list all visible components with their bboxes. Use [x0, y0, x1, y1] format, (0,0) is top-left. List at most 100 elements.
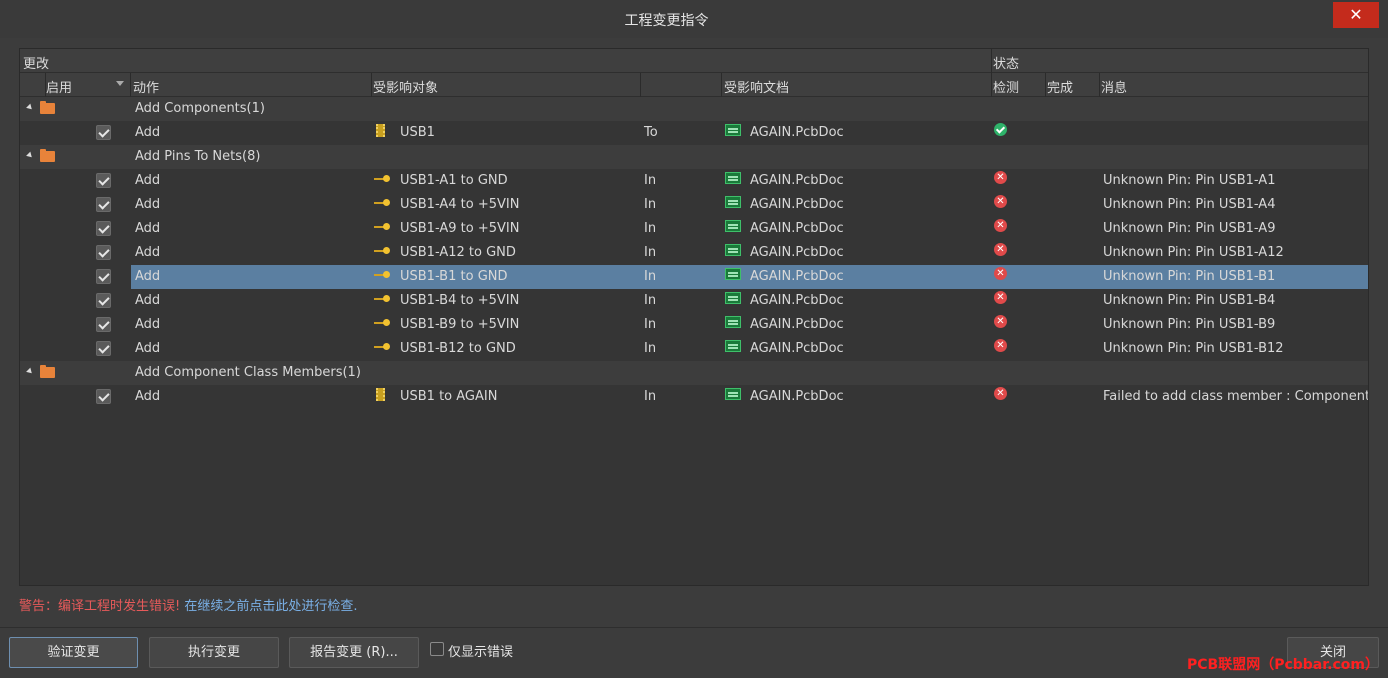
pin-icon — [374, 316, 390, 332]
group-row[interactable]: Add Components(1) — [20, 97, 1368, 121]
col-enable[interactable]: 启用 — [46, 77, 72, 96]
footer-divider — [0, 627, 1388, 628]
folder-icon — [40, 101, 55, 114]
only-show-errors-checkbox[interactable] — [430, 642, 444, 656]
col-message[interactable]: 消息 — [1101, 77, 1127, 96]
action-cell: Add — [135, 317, 161, 332]
report-changes-button[interactable]: 报告变更 (R)... — [289, 637, 419, 668]
execute-changes-button[interactable]: 执行变更 — [149, 637, 279, 668]
change-row[interactable]: Add USB1-B12 to GND In AGAIN.PcbDoc ✕ Unknown… — [20, 337, 1368, 361]
enable-checkbox[interactable] — [96, 389, 111, 404]
enable-checkbox[interactable] — [96, 173, 111, 188]
document-cell: AGAIN.PcbDoc — [750, 245, 844, 260]
title-bar: 工程变更指令 ✕ — [0, 0, 1388, 38]
check-errors-link[interactable]: 在继续之前点击此处进行检查. — [184, 599, 357, 614]
pin-icon — [374, 220, 390, 236]
change-row[interactable]: Add USB1-B9 to +5VIN In AGAIN.PcbDoc ✕ Unknow… — [20, 313, 1368, 337]
collapse-arrow-icon[interactable] — [26, 367, 34, 376]
message-cell: Failed to add class member : Component U — [1103, 389, 1369, 404]
message-cell: Unknown Pin: Pin USB1-A12 — [1103, 245, 1284, 260]
enable-checkbox[interactable] — [96, 125, 111, 140]
pcb-document-icon — [725, 124, 741, 136]
collapse-arrow-icon[interactable] — [26, 151, 34, 160]
object-cell: USB1-B9 to +5VIN — [400, 317, 520, 332]
enable-checkbox[interactable] — [96, 269, 111, 284]
action-cell: Add — [135, 245, 161, 260]
enable-checkbox[interactable] — [96, 317, 111, 332]
document-cell: AGAIN.PcbDoc — [750, 317, 844, 332]
divider — [130, 73, 131, 97]
col-check[interactable]: 检测 — [993, 77, 1019, 96]
action-cell: Add — [135, 269, 161, 284]
divider — [371, 73, 372, 97]
message-cell: Unknown Pin: Pin USB1-B4 — [1103, 293, 1276, 308]
object-cell: USB1 to AGAIN — [400, 389, 498, 404]
group-row[interactable]: Add Pins To Nets(8) — [20, 145, 1368, 169]
enable-checkbox[interactable] — [96, 341, 111, 356]
enable-checkbox[interactable] — [96, 293, 111, 308]
object-cell: USB1 — [400, 125, 435, 140]
pcb-document-icon — [725, 292, 741, 304]
warning-text: 警告：编译工程时发生错误! — [19, 599, 181, 614]
changes-grid: 更改 状态 启用 动作 受影响对象 受影响文档 检测 完成 消息 Add Com… — [19, 48, 1369, 586]
pin-icon — [374, 172, 390, 188]
error-icon: ✕ — [994, 219, 1007, 232]
change-row[interactable]: Add USB1-A12 to GND In AGAIN.PcbDoc ✕ Unknown… — [20, 241, 1368, 265]
change-row[interactable]: Add USB1-A9 to +5VIN In AGAIN.PcbDoc ✕ Unknow… — [20, 217, 1368, 241]
error-icon: ✕ — [994, 195, 1007, 208]
enable-checkbox[interactable] — [96, 221, 111, 236]
object-cell: USB1-A12 to GND — [400, 245, 516, 260]
message-cell: Unknown Pin: Pin USB1-B12 — [1103, 341, 1284, 356]
divider — [45, 73, 46, 97]
enable-checkbox[interactable] — [96, 245, 111, 260]
error-icon: ✕ — [994, 243, 1007, 256]
folder-icon — [40, 365, 55, 378]
change-row[interactable]: Add USB1-A4 to +5VIN In AGAIN.PcbDoc ✕ Unknow… — [20, 193, 1368, 217]
only-show-errors-label: 仅显示错误 — [448, 645, 514, 660]
error-icon: ✕ — [994, 171, 1007, 184]
object-cell: USB1-B12 to GND — [400, 341, 516, 356]
pin-icon — [374, 196, 390, 212]
divider — [640, 73, 641, 97]
direction-cell: In — [644, 317, 657, 332]
document-cell: AGAIN.PcbDoc — [750, 269, 844, 284]
col-action[interactable]: 动作 — [133, 77, 159, 96]
group-row[interactable]: Add Component Class Members(1) — [20, 361, 1368, 385]
direction-cell: In — [644, 245, 657, 260]
change-row[interactable]: Add USB1 To AGAIN.PcbDoc — [20, 121, 1368, 145]
object-cell: USB1-A1 to GND — [400, 173, 508, 188]
pin-icon — [374, 244, 390, 260]
col-affected-document[interactable]: 受影响文档 — [724, 77, 789, 96]
pcb-document-icon — [725, 244, 741, 256]
direction-cell: In — [644, 269, 657, 284]
validate-changes-button[interactable]: 验证变更 — [9, 637, 138, 668]
direction-cell: In — [644, 389, 657, 404]
col-done[interactable]: 完成 — [1047, 77, 1073, 96]
action-cell: Add — [135, 389, 161, 404]
action-cell: Add — [135, 197, 161, 212]
change-row[interactable]: Add USB1-B1 to GND In AGAIN.PcbDoc ✕ Unknown … — [20, 265, 1368, 289]
document-cell: AGAIN.PcbDoc — [750, 389, 844, 404]
group-title: Add Components(1) — [135, 101, 265, 116]
document-cell: AGAIN.PcbDoc — [750, 341, 844, 356]
pcb-document-icon — [725, 196, 741, 208]
change-row[interactable]: Add USB1-A1 to GND In AGAIN.PcbDoc ✕ Unknown … — [20, 169, 1368, 193]
action-cell: Add — [135, 125, 161, 140]
error-icon: ✕ — [994, 291, 1007, 304]
action-cell: Add — [135, 341, 161, 356]
change-row[interactable]: Add USB1 to AGAIN In AGAIN.PcbDoc ✕ Failed to… — [20, 385, 1369, 409]
direction-cell: In — [644, 341, 657, 356]
error-icon: ✕ — [994, 387, 1007, 400]
sort-down-icon[interactable] — [116, 81, 124, 86]
collapse-arrow-icon[interactable] — [26, 103, 34, 112]
pin-icon — [374, 340, 390, 356]
enable-checkbox[interactable] — [96, 197, 111, 212]
action-cell: Add — [135, 221, 161, 236]
direction-cell: In — [644, 221, 657, 236]
close-window-button[interactable]: ✕ — [1333, 2, 1379, 28]
change-row[interactable]: Add USB1-B4 to +5VIN In AGAIN.PcbDoc ✕ Unknow… — [20, 289, 1368, 313]
object-cell: USB1-A9 to +5VIN — [400, 221, 520, 236]
col-affected-object[interactable]: 受影响对象 — [373, 77, 438, 96]
object-cell: USB1-A4 to +5VIN — [400, 197, 520, 212]
message-cell: Unknown Pin: Pin USB1-B1 — [1103, 269, 1276, 284]
